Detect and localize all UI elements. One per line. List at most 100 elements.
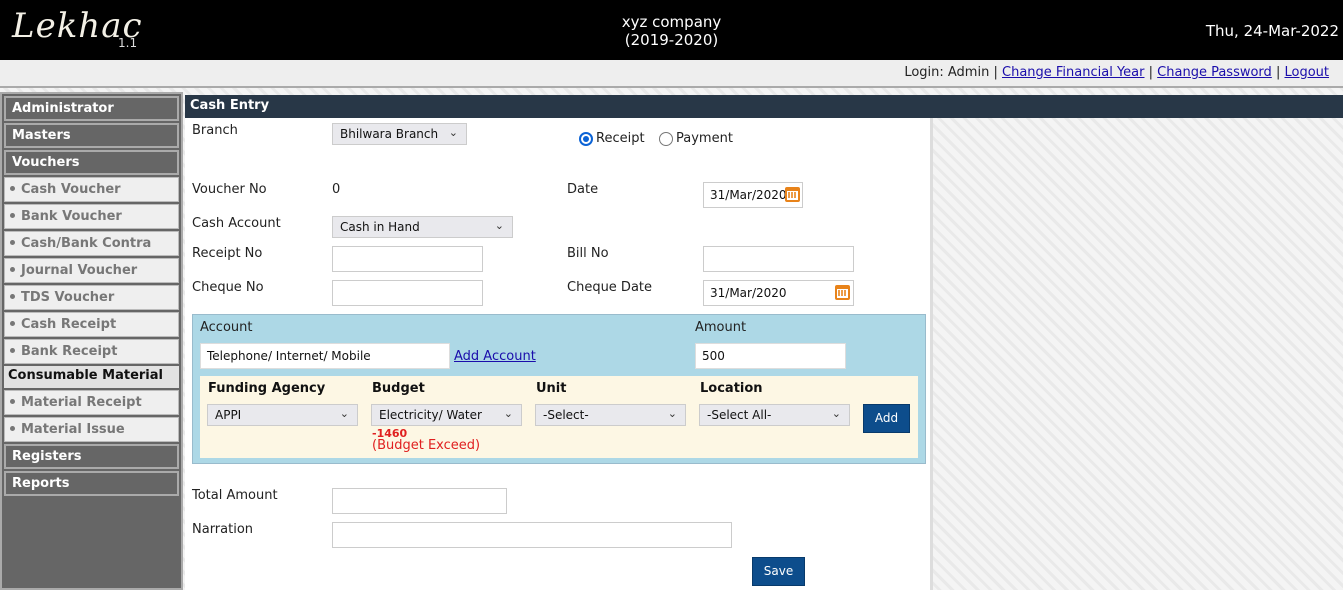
branch-select[interactable]: Bhilwara Branch ⌄: [332, 123, 467, 145]
account-entry-box: Account Telephone/ Internet/ Mobile Add …: [192, 314, 926, 464]
sidebar-item-label: Bank Receipt: [21, 344, 118, 359]
payment-radio[interactable]: [659, 132, 673, 146]
voucher-no-value: 0: [332, 182, 341, 197]
separator: |: [1148, 65, 1154, 80]
sidebar-item-masters[interactable]: Masters: [4, 123, 179, 148]
chevron-down-icon: ⌄: [339, 407, 349, 420]
funding-agency-value: APPI: [215, 408, 242, 422]
funding-agency-label: Funding Agency: [208, 381, 326, 396]
login-bar: Login: Admin | Change Financial Year | C…: [0, 60, 1343, 88]
branch-label: Branch: [192, 123, 238, 138]
sidebar-item-cash-bank-contra[interactable]: Cash/Bank Contra: [4, 231, 179, 256]
bill-no-label: Bill No: [567, 246, 609, 261]
sidebar-item-tds-voucher[interactable]: TDS Voucher: [4, 285, 179, 310]
calendar-icon[interactable]: [785, 187, 800, 202]
budget-select[interactable]: Electricity/ Water ⌄: [371, 404, 522, 426]
sidebar: Administrator Masters Vouchers Cash Vouc…: [0, 92, 183, 590]
location-value: -Select All-: [707, 408, 772, 422]
save-button[interactable]: Save: [752, 557, 805, 586]
bullet-icon: [10, 240, 15, 245]
chevron-down-icon: ⌄: [831, 407, 841, 420]
chevron-down-icon: ⌄: [494, 219, 504, 232]
cheque-date-input[interactable]: 31/Mar/2020: [703, 280, 854, 306]
branch-value: Bhilwara Branch: [340, 127, 439, 141]
cheque-date-label: Cheque Date: [567, 280, 653, 295]
sidebar-item-label: Material Issue: [21, 422, 125, 437]
financial-year: (2019-2020): [624, 31, 719, 49]
bill-no-input[interactable]: [703, 246, 854, 272]
receipt-radio[interactable]: [579, 132, 593, 146]
unit-value: -Select-: [543, 408, 589, 422]
company-info: xyz company (2019-2020): [0, 13, 1343, 49]
budget-label: Budget: [372, 381, 425, 396]
sidebar-item-registers[interactable]: Registers: [4, 444, 179, 469]
budget-exceed-warning: (Budget Exceed): [372, 438, 481, 453]
sidebar-item-label: Cash Receipt: [21, 317, 117, 332]
calendar-icon[interactable]: [835, 285, 850, 300]
date-value: 31/Mar/2020: [710, 188, 787, 202]
bullet-icon: [10, 321, 15, 326]
bullet-icon: [10, 426, 15, 431]
sidebar-item-cash-receipt[interactable]: Cash Receipt: [4, 312, 179, 337]
amount-input[interactable]: 500: [695, 343, 846, 369]
sidebar-item-label: Bank Voucher: [21, 209, 122, 224]
bullet-icon: [10, 348, 15, 353]
current-date: Thu, 24-Mar-2022: [1205, 22, 1339, 40]
login-user: Login: Admin: [904, 65, 990, 80]
location-select[interactable]: -Select All- ⌄: [699, 404, 850, 426]
sidebar-item-administrator[interactable]: Administrator: [4, 96, 179, 121]
account-input[interactable]: Telephone/ Internet/ Mobile: [200, 343, 450, 369]
bullet-icon: [10, 267, 15, 272]
add-button[interactable]: Add: [863, 404, 910, 433]
sidebar-item-vouchers[interactable]: Vouchers: [4, 150, 179, 175]
sidebar-item-journal-voucher[interactable]: Journal Voucher: [4, 258, 179, 283]
page-title: Cash Entry: [185, 95, 1343, 118]
separator: |: [993, 65, 998, 80]
receipt-radio-label: Receipt: [596, 131, 645, 146]
cheque-no-label: Cheque No: [192, 280, 264, 295]
total-amount-input[interactable]: [332, 488, 507, 514]
change-financial-year-link[interactable]: Change Financial Year: [1002, 65, 1145, 80]
sidebar-item-reports[interactable]: Reports: [4, 471, 179, 496]
sidebar-item-material-receipt[interactable]: Material Receipt: [4, 390, 179, 415]
unit-label: Unit: [536, 381, 567, 396]
sidebar-item-label: TDS Voucher: [21, 290, 115, 305]
separator: |: [1275, 65, 1281, 80]
sidebar-item-bank-receipt[interactable]: Bank Receipt: [4, 339, 179, 364]
sidebar-item-material-issue[interactable]: Material Issue: [4, 417, 179, 442]
chevron-down-icon: ⌄: [667, 407, 677, 420]
narration-input[interactable]: [332, 522, 732, 548]
sidebar-item-label: Cash/Bank Contra: [21, 236, 152, 251]
sidebar-group-consumable-material[interactable]: Consumable Material: [4, 366, 179, 388]
voucher-no-label: Voucher No: [192, 182, 267, 197]
cheque-no-input[interactable]: [332, 280, 483, 306]
total-amount-label: Total Amount: [192, 488, 278, 503]
change-password-link[interactable]: Change Password: [1157, 65, 1272, 80]
account-label: Account: [200, 320, 253, 335]
bullet-icon: [10, 294, 15, 299]
logout-link[interactable]: Logout: [1284, 65, 1329, 80]
unit-select[interactable]: -Select- ⌄: [535, 404, 686, 426]
receipt-no-input[interactable]: [332, 246, 483, 272]
cheque-date-value: 31/Mar/2020: [710, 286, 787, 300]
add-account-link[interactable]: Add Account: [454, 349, 536, 364]
narration-label: Narration: [192, 522, 254, 537]
bullet-icon: [10, 399, 15, 404]
funding-allocation-box: Funding Agency APPI ⌄ Budget Electricity…: [200, 376, 918, 458]
sidebar-item-bank-voucher[interactable]: Bank Voucher: [4, 204, 179, 229]
funding-agency-select[interactable]: APPI ⌄: [207, 404, 358, 426]
cash-entry-form: Branch Bhilwara Branch ⌄ Receipt Payment…: [185, 118, 933, 590]
sidebar-item-label: Journal Voucher: [21, 263, 138, 278]
budget-value: Electricity/ Water: [379, 408, 482, 422]
date-input[interactable]: 31/Mar/2020: [703, 182, 803, 208]
top-header: Lekhac 1.1 xyz company (2019-2020) Thu, …: [0, 0, 1343, 60]
sidebar-item-cash-voucher[interactable]: Cash Voucher: [4, 177, 179, 202]
cash-account-select[interactable]: Cash in Hand ⌄: [332, 216, 513, 238]
receipt-no-label: Receipt No: [192, 246, 263, 261]
bullet-icon: [10, 213, 15, 218]
company-name: xyz company: [621, 13, 722, 31]
chevron-down-icon: ⌄: [503, 407, 513, 420]
cash-account-label: Cash Account: [192, 216, 281, 231]
date-label: Date: [567, 182, 599, 197]
amount-label: Amount: [695, 320, 747, 335]
